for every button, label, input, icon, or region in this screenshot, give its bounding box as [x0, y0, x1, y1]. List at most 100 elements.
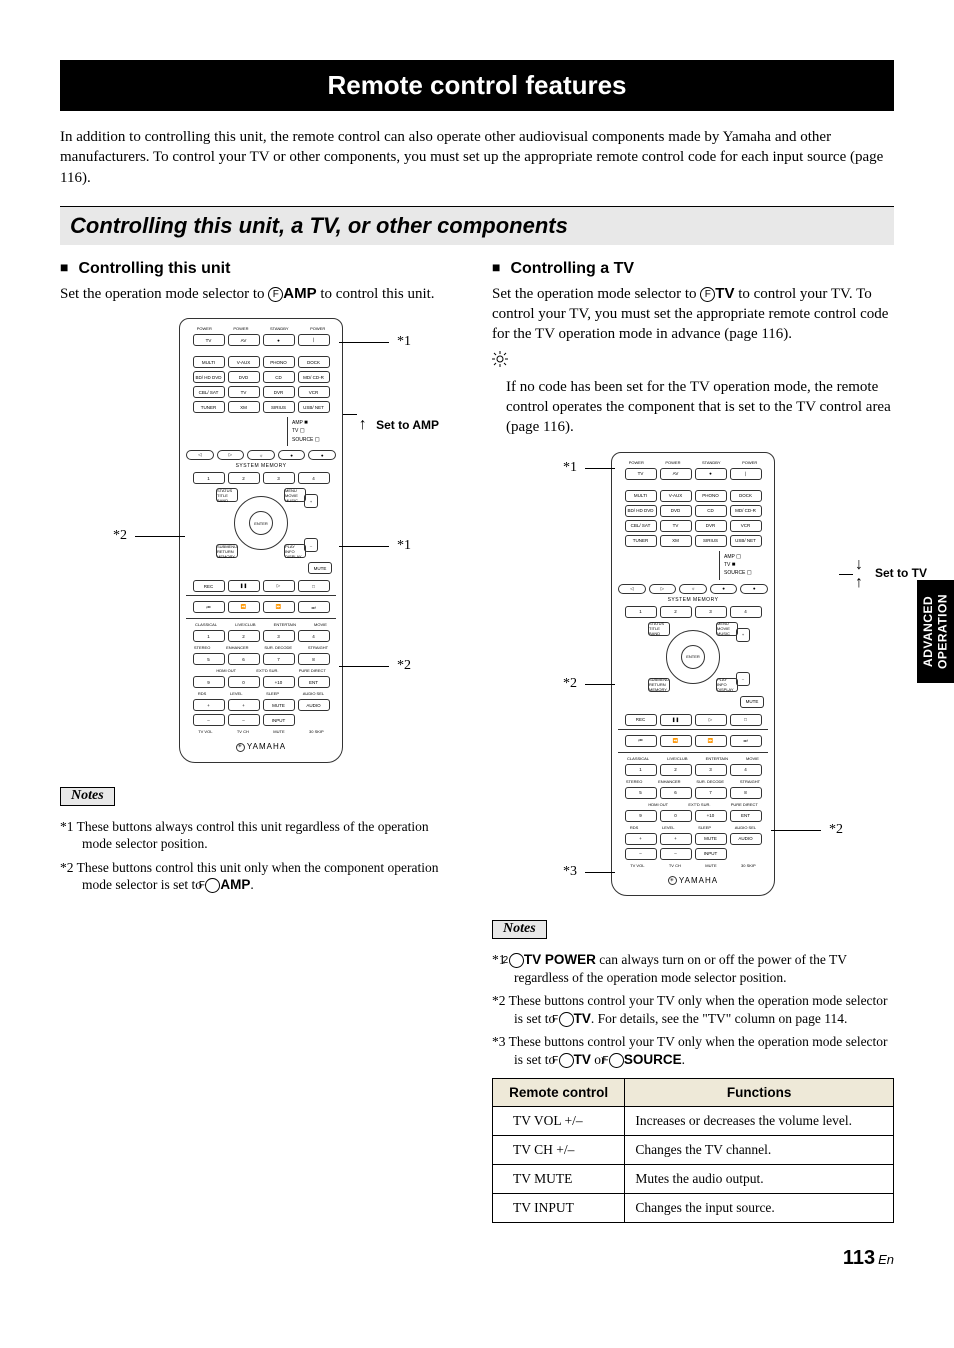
btn-3[interactable]: 3: [263, 630, 295, 642]
btn-xm[interactable]: XM: [228, 401, 260, 413]
btn-sleep[interactable]: MUTE: [263, 699, 295, 711]
btn-vaux[interactable]: V-AUX: [228, 356, 260, 368]
btn-2[interactable]: 2: [228, 630, 260, 642]
btn-vol-m[interactable]: –: [193, 714, 225, 726]
b[interactable]: V-AUX: [660, 490, 692, 502]
b[interactable]: 2: [660, 606, 692, 618]
btn-cd[interactable]: CD: [263, 371, 295, 383]
btn-play[interactable]: ▷: [263, 580, 295, 592]
b[interactable]: DVR: [695, 520, 727, 532]
mode-selector-tv[interactable]: AMP ◻ TV ■ SOURCE ◻: [719, 551, 768, 580]
b[interactable]: +: [660, 833, 692, 845]
btn-1[interactable]: 1: [193, 630, 225, 642]
b[interactable]: □: [730, 714, 762, 726]
b[interactable]: +: [625, 833, 657, 845]
b[interactable]: TUNER: [625, 535, 657, 547]
b[interactable]: SUBMENU RETURN MEMORY: [648, 678, 670, 692]
btn-7[interactable]: 7: [263, 653, 295, 665]
btn-6[interactable]: 6: [228, 653, 260, 665]
btn-select-next[interactable]: ▷: [217, 450, 245, 460]
dpad-ring[interactable]: ENTER: [234, 496, 288, 550]
btn-bd[interactable]: BD/ HD DVD: [193, 371, 225, 383]
b[interactable]: ◁: [618, 584, 646, 594]
b[interactable]: –: [660, 848, 692, 860]
b[interactable]: ▷: [695, 714, 727, 726]
b[interactable]: 3: [695, 606, 727, 618]
btn-8[interactable]: 8: [298, 653, 330, 665]
btn-standby[interactable]: ●: [263, 334, 295, 346]
b[interactable]: +10: [695, 810, 727, 822]
b[interactable]: BD/ HD DVD: [625, 505, 657, 517]
b[interactable]: ⏭: [730, 735, 762, 747]
btn-usbnet[interactable]: USB/ NET: [298, 401, 330, 413]
b[interactable]: REC: [625, 714, 657, 726]
b[interactable]: –: [736, 672, 750, 686]
btn-tv-power-r[interactable]: TV: [625, 468, 657, 480]
b[interactable]: ENT: [730, 810, 762, 822]
b[interactable]: 1: [625, 606, 657, 618]
b[interactable]: MULTI: [625, 490, 657, 502]
b[interactable]: ⏮: [625, 735, 657, 747]
btn-select-prev[interactable]: ◁: [186, 450, 214, 460]
b[interactable]: SIRIUS: [695, 535, 727, 547]
b[interactable]: ⏩: [695, 735, 727, 747]
btn-display[interactable]: PLAY INFO DISPLAY: [284, 544, 306, 558]
btn-status[interactable]: STATUS TITLE BAND: [216, 488, 238, 502]
btn-plus10[interactable]: +10: [263, 676, 295, 688]
btn-pause[interactable]: ❚❚: [228, 580, 260, 592]
r[interactable]: ENTER: [666, 630, 720, 684]
b[interactable]: CBL/ SAT: [625, 520, 657, 532]
b[interactable]: ●: [740, 584, 768, 594]
b[interactable]: MENU MOVIE MUSIC: [716, 622, 738, 636]
btn-volplus[interactable]: +: [304, 494, 318, 508]
btn-stop[interactable]: □: [298, 580, 330, 592]
b[interactable]: 1: [625, 764, 657, 776]
b[interactable]: 4: [730, 764, 762, 776]
btn-skipback[interactable]: ⏮: [193, 601, 225, 613]
b[interactable]: 4: [730, 606, 762, 618]
btn-power-r[interactable]: ❘: [730, 468, 762, 480]
b[interactable]: XM: [660, 535, 692, 547]
btn-tv-power[interactable]: TV: [193, 334, 225, 346]
btn-setup[interactable]: ☼: [247, 450, 275, 460]
btn-menu[interactable]: MENU MOVIE MUSIC: [284, 488, 306, 502]
btn-av-power[interactable]: AV: [228, 334, 260, 346]
btn-mute[interactable]: MUTE: [308, 562, 332, 574]
btn-power[interactable]: ❘: [298, 334, 330, 346]
btn-dvr[interactable]: DVR: [263, 386, 295, 398]
btn-rew[interactable]: ⏪: [228, 601, 260, 613]
btn-lvl-m[interactable]: –: [228, 714, 260, 726]
mode-selector[interactable]: AMP ■ TV ◻ SOURCE ◻: [287, 417, 336, 446]
btn-volminus[interactable]: –: [304, 538, 318, 552]
btn-standby-r[interactable]: ●: [695, 468, 727, 480]
b[interactable]: AUDIO: [730, 833, 762, 845]
b[interactable]: CD: [695, 505, 727, 517]
btn-ent[interactable]: ENT: [298, 676, 330, 688]
btn-tvinput[interactable]: INPUT: [263, 714, 295, 726]
btn-dock[interactable]: DOCK: [298, 356, 330, 368]
btn-lvl-p[interactable]: +: [228, 699, 260, 711]
btn-dvd[interactable]: DVD: [228, 371, 260, 383]
b[interactable]: ❚❚: [660, 714, 692, 726]
btn-phono[interactable]: PHONO: [263, 356, 295, 368]
btn-mem4[interactable]: 4: [298, 472, 330, 484]
btn-mdcdr[interactable]: MD/ CD-R: [298, 371, 330, 383]
b[interactable]: INPUT: [695, 848, 727, 860]
e[interactable]: ENTER: [681, 645, 705, 669]
b[interactable]: MD/ CD-R: [730, 505, 762, 517]
btn-5[interactable]: 5: [193, 653, 225, 665]
btn-rec[interactable]: REC: [193, 580, 225, 592]
btn-mem2[interactable]: 2: [228, 472, 260, 484]
b[interactable]: USB/ NET: [730, 535, 762, 547]
btn-av-power-r[interactable]: AV: [660, 468, 692, 480]
b[interactable]: TV: [660, 520, 692, 532]
b[interactable]: MUTE: [695, 833, 727, 845]
b[interactable]: 3: [695, 764, 727, 776]
btn-vol-p[interactable]: +: [193, 699, 225, 711]
b[interactable]: 5: [625, 787, 657, 799]
b[interactable]: ▷: [649, 584, 677, 594]
b[interactable]: DOCK: [730, 490, 762, 502]
b[interactable]: MUTE: [740, 696, 764, 708]
btn-mem3[interactable]: 3: [263, 472, 295, 484]
btn-cblsat[interactable]: CBL/ SAT: [193, 386, 225, 398]
